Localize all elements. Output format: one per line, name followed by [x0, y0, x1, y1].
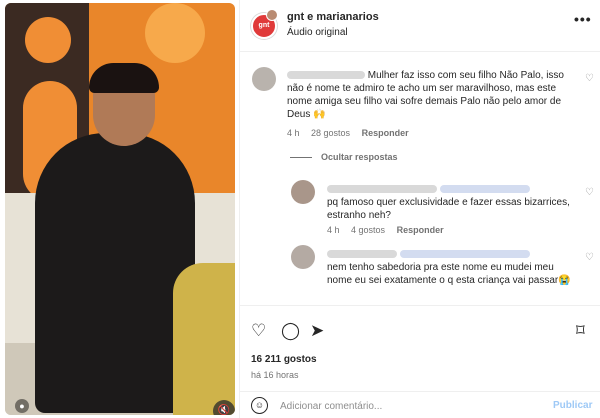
collaborator-avatar[interactable]	[266, 9, 278, 21]
account-name[interactable]: gnt e marianarios	[287, 11, 379, 23]
comment-time: 4 h	[287, 128, 300, 138]
avatar-badge-text: gnt	[258, 22, 270, 29]
more-icon[interactable]: •••	[574, 11, 592, 27]
comment-input[interactable]	[280, 398, 540, 414]
person-body	[35, 133, 195, 413]
post-time[interactable]: há 16 horas	[251, 370, 299, 380]
comment-meta: 4 h 28 gostos Responder	[287, 128, 418, 138]
reply-time: 4 h	[327, 225, 340, 235]
blurred-mention[interactable]	[399, 250, 530, 259]
comments-list: Mulher faz isso com seu filho Não Palo, …	[240, 53, 600, 305]
hide-replies-button[interactable]: Ocultar respostas	[321, 152, 398, 162]
comment-text: Mulher faz isso com seu filho Não Palo, …	[287, 69, 577, 121]
post-likes[interactable]: 16 211 gostos	[251, 354, 317, 365]
backdrop-circle	[25, 17, 71, 63]
gold-dress	[173, 263, 235, 415]
reply-body: pq famoso quer exclusividade e fazer ess…	[327, 197, 570, 221]
comment-likes[interactable]: 28 gostos	[311, 128, 350, 138]
reel-video[interactable]: ● 🔇	[5, 3, 235, 415]
backdrop-pill-right	[145, 3, 205, 63]
reply-text: pq famoso quer exclusividade e fazer ess…	[327, 183, 577, 222]
post-actions: ♡ ◯ ➤ ⌑ 16 211 gostos há 16 horas	[240, 305, 600, 391]
comment-icon[interactable]: ◯	[281, 321, 300, 341]
reply-avatar[interactable]	[291, 245, 315, 269]
replies-divider	[290, 157, 312, 158]
blurred-username[interactable]	[327, 185, 437, 194]
reply-avatar[interactable]	[291, 180, 315, 204]
mute-icon[interactable]: 🔇	[213, 400, 235, 415]
user-tag-icon[interactable]: ●	[15, 399, 29, 413]
audio-label[interactable]: Áudio original	[287, 27, 348, 38]
heart-icon[interactable]: ♡	[585, 187, 594, 198]
emoji-icon[interactable]: ☺	[251, 397, 268, 414]
heart-icon[interactable]: ♡	[585, 252, 594, 263]
heart-icon[interactable]: ♡	[251, 321, 266, 341]
reply-body: nem tenho sabedoria pra este nome eu mud…	[327, 262, 571, 286]
heart-icon[interactable]: ♡	[585, 73, 594, 84]
post-header: gnt gnt e marianarios Áudio original •••	[240, 0, 600, 52]
comment-composer: ☺ Publicar	[240, 391, 600, 418]
bookmark-icon[interactable]: ⌑	[576, 321, 585, 341]
reply-meta: 4 h 4 gostos Responder	[327, 225, 453, 235]
blurred-username[interactable]	[327, 250, 397, 259]
share-icon[interactable]: ➤	[310, 321, 324, 341]
publish-button[interactable]: Publicar	[553, 400, 592, 411]
comment-avatar[interactable]	[252, 67, 276, 91]
media-panel: ● 🔇	[0, 0, 239, 418]
blurred-username[interactable]	[287, 71, 365, 80]
instagram-post-view: ● 🔇 gnt gnt e marianarios Áudio original…	[0, 0, 600, 418]
reply-likes[interactable]: 4 gostos	[351, 225, 385, 235]
reply-button[interactable]: Responder	[362, 128, 409, 138]
person-hair	[89, 63, 159, 93]
reply-text: nem tenho sabedoria pra este nome eu mud…	[327, 248, 577, 287]
post-details-panel: gnt gnt e marianarios Áudio original •••…	[239, 0, 600, 418]
blurred-mention[interactable]	[439, 185, 530, 194]
reply-button[interactable]: Responder	[397, 225, 444, 235]
